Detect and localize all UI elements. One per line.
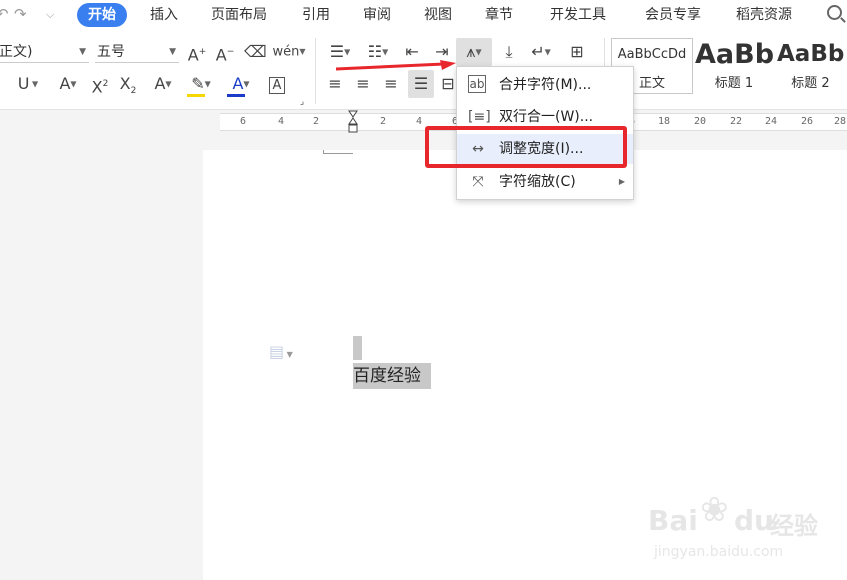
ruler-tick: 2	[313, 116, 320, 127]
menu-item-label: 合并字符(M)...	[499, 77, 592, 93]
search-icon[interactable]	[827, 5, 842, 20]
chevron-down-icon[interactable]: ⌵	[46, 8, 54, 22]
tab-insert[interactable]: 插入	[150, 0, 178, 30]
underline-icon[interactable]: U ▼	[8, 73, 48, 95]
merge-chars-icon: ab	[468, 75, 486, 93]
style-heading-2[interactable]: AaBb 标题 2	[774, 38, 847, 94]
tab-page-layout[interactable]: 页面布局	[211, 0, 267, 30]
ruler-tick: 4	[278, 116, 285, 127]
tab-view[interactable]: 视图	[424, 0, 452, 30]
align-left-icon[interactable]: ≡	[324, 73, 346, 95]
ruler-tick: 28	[834, 116, 847, 127]
ruler-tick: 4	[416, 116, 423, 127]
text-cursor	[353, 336, 362, 360]
ruler-tick: 24	[765, 116, 778, 127]
strikethrough-icon[interactable]: A▼	[52, 73, 84, 95]
tab-member[interactable]: 会员专享	[645, 0, 701, 30]
style-label: 标题 1	[714, 76, 754, 91]
increase-font-icon[interactable]: A+	[186, 41, 208, 64]
menu-item-char-scale[interactable]: ⤧ 字符缩放(C) ▶	[457, 167, 633, 197]
chevron-down-icon: ▼	[79, 47, 86, 57]
font-color-bar	[227, 94, 245, 97]
style-label: 标题 2	[791, 76, 830, 91]
tab-references[interactable]: 引用	[302, 0, 330, 30]
text-effect-icon[interactable]: A▼	[146, 73, 180, 95]
style-sample: AaBbCcDd	[617, 47, 687, 62]
indent-marker[interactable]	[348, 110, 358, 134]
selected-text[interactable]: 百度经验	[353, 363, 431, 389]
clear-format-icon[interactable]: ⌫	[244, 41, 267, 63]
line-spacing-icon[interactable]: ↵▼	[526, 41, 556, 63]
phonetic-guide-icon[interactable]: wén▼	[272, 41, 306, 63]
font-name-select[interactable]: 正文) ▼	[0, 41, 89, 63]
subscript-icon[interactable]: X2	[116, 73, 140, 96]
ruler-tick: 26	[801, 116, 814, 127]
two-lines-in-one-icon: [≡]	[468, 109, 491, 125]
menu-item-label: 字符缩放(C)	[499, 174, 576, 190]
paragraph-layout-icon[interactable]: ▤ ▼	[269, 342, 293, 361]
align-right-icon[interactable]: ≡	[380, 73, 402, 95]
chevron-down-icon: ▼	[169, 47, 176, 57]
ruler-tick: 6	[240, 116, 247, 127]
font-size-value: 五号	[97, 44, 125, 60]
tab-sections[interactable]: 章节	[485, 0, 513, 30]
submenu-arrow-icon: ▶	[618, 177, 625, 186]
font-color-icon[interactable]: A▼	[224, 73, 258, 95]
font-name-value: 正文)	[0, 44, 33, 60]
tab-home[interactable]: 开始	[77, 3, 127, 27]
paw-icon: ❀	[700, 490, 729, 530]
paragraph-settings-icon[interactable]: ⌟	[296, 96, 308, 108]
align-center-icon[interactable]: ≡	[352, 73, 374, 95]
watermark-cn: 经验	[770, 512, 818, 540]
undo-icon[interactable]: ↶	[0, 5, 9, 23]
watermark-brand-suffix: du	[734, 504, 774, 537]
tab-developer[interactable]: 开发工具	[550, 0, 606, 30]
style-heading-1[interactable]: AaBb 标题 1	[694, 38, 774, 94]
ruler-tick: 18	[658, 116, 671, 127]
watermark-brand: Bai	[648, 504, 698, 537]
ruler-tick: 20	[694, 116, 707, 127]
watermark-url: jingyan.baidu.com	[654, 544, 784, 560]
annotation-highlight-box	[425, 126, 627, 168]
tab-review[interactable]: 审阅	[363, 0, 391, 30]
style-sample: AaBb	[695, 39, 773, 70]
ruler-tick: 2	[380, 116, 387, 127]
menu-bar: ↶ ↷ ⌵ 开始 插入 页面布局 引用 审阅 视图 章节 开发工具 会员专享 稻…	[0, 0, 847, 30]
char-border-icon[interactable]: A	[266, 73, 288, 95]
text-direction-icon[interactable]: ⤓	[498, 41, 520, 63]
watermark: Bai ❀ du 经验 jingyan.baidu.com	[648, 490, 838, 570]
justify-icon[interactable]: ☰	[410, 73, 432, 95]
ruler-tick: 22	[730, 116, 743, 127]
distributed-icon[interactable]: ⊟	[438, 73, 458, 95]
show-marks-icon[interactable]: ⊞	[564, 41, 590, 63]
font-size-select[interactable]: 五号 ▼	[95, 41, 179, 63]
char-scale-icon: ⤧	[472, 174, 484, 190]
highlight-icon[interactable]: ✎▼	[184, 73, 218, 95]
highlight-color-bar	[187, 94, 205, 97]
redo-icon[interactable]: ↷	[14, 5, 27, 23]
decrease-font-icon[interactable]: A−	[214, 41, 236, 64]
menu-item-merge-chars[interactable]: ab 合并字符(M)...	[457, 70, 633, 100]
superscript-icon[interactable]: X2	[88, 73, 112, 96]
divider	[315, 38, 316, 104]
annotation-arrow-icon	[336, 60, 456, 71]
margin-corner-mark	[323, 150, 353, 154]
tab-docer[interactable]: 稻壳资源	[736, 0, 792, 30]
chinese-layout-icon[interactable]: ⩚▼	[458, 41, 490, 63]
style-sample: AaBb	[777, 41, 845, 67]
